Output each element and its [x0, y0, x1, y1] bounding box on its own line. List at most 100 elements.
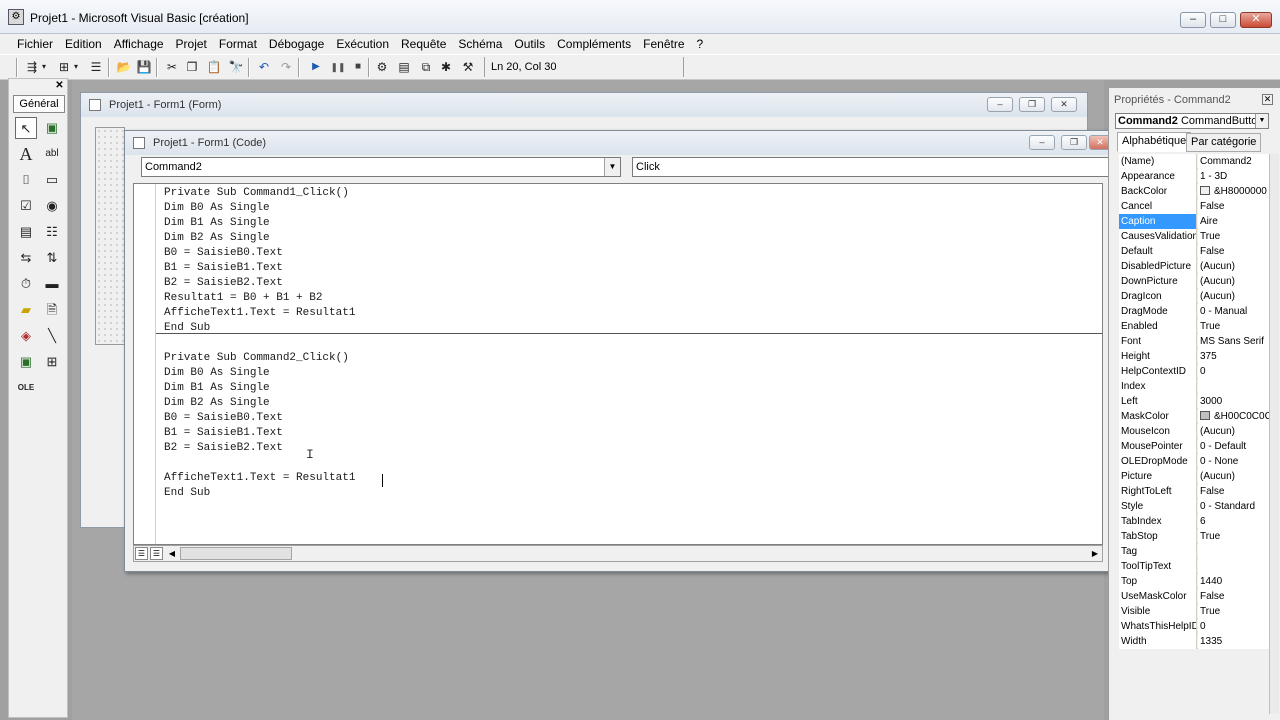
property-row[interactable]: Visible True — [1119, 604, 1269, 619]
horizontal-scrollbar[interactable]: ☰ ☰ ◀ ▶ — [133, 545, 1103, 562]
code-restore-button[interactable]: ❐ — [1061, 135, 1087, 150]
property-name[interactable]: BackColor — [1119, 184, 1197, 199]
property-name[interactable]: DragMode — [1119, 304, 1197, 319]
property-row[interactable]: Style 0 - Standard — [1119, 499, 1269, 514]
property-value[interactable] — [1198, 559, 1269, 574]
property-name[interactable]: Cancel — [1119, 199, 1197, 214]
menu-item-3[interactable]: Projet — [171, 36, 212, 52]
property-row[interactable]: Enabled True — [1119, 319, 1269, 334]
property-row[interactable]: TabIndex 6 — [1119, 514, 1269, 529]
code-line[interactable]: Dim B0 As Single — [164, 366, 270, 381]
property-row[interactable]: ToolTipText — [1119, 559, 1269, 574]
code-line[interactable]: B2 = SaisieB2.Text — [164, 276, 283, 291]
close-icon[interactable]: ✕ — [1262, 94, 1273, 105]
code-line[interactable]: B0 = SaisieB0.Text — [164, 246, 283, 261]
code-line[interactable]: B0 = SaisieB0.Text — [164, 411, 283, 426]
menu-item-12[interactable]: ? — [692, 36, 709, 52]
redo-icon[interactable]: ↷ — [278, 59, 294, 75]
code-line[interactable]: Dim B2 As Single — [164, 396, 270, 411]
dirlistbox-icon[interactable]: ▰ — [15, 299, 37, 321]
property-value[interactable]: &H00C0C0C — [1198, 409, 1269, 424]
save-project-icon[interactable]: 💾 — [136, 59, 152, 75]
property-value[interactable]: 6 — [1198, 514, 1269, 529]
frame-icon[interactable]: ⌷ — [15, 169, 37, 191]
property-name[interactable]: DownPicture — [1119, 274, 1197, 289]
property-name[interactable]: Width — [1119, 634, 1197, 649]
code-line[interactable]: Dim B1 As Single — [164, 381, 270, 396]
property-name[interactable]: Top — [1119, 574, 1197, 589]
tab-par-categorie[interactable]: Par catégorie — [1186, 133, 1262, 152]
close-icon[interactable]: ✕ — [54, 81, 65, 92]
object-selector[interactable]: Command2 CommandButton ▼ — [1115, 113, 1269, 129]
property-name[interactable]: Default — [1119, 244, 1197, 259]
property-row[interactable]: Height 375 — [1119, 349, 1269, 364]
project-explorer-icon[interactable]: ⚙ — [374, 59, 390, 75]
close-button[interactable]: ✕ — [1240, 12, 1272, 28]
property-name[interactable]: TabStop — [1119, 529, 1197, 544]
find-icon[interactable]: 🔭 — [228, 59, 244, 75]
property-name[interactable]: HelpContextID — [1119, 364, 1197, 379]
property-row[interactable]: OLEDropMode 0 - None — [1119, 454, 1269, 469]
property-value[interactable]: 0 - Standard — [1198, 499, 1269, 514]
property-name[interactable]: WhatsThisHelpID — [1119, 619, 1197, 634]
menu-item-9[interactable]: Outils — [509, 36, 550, 52]
start-icon[interactable]: ▶ — [308, 59, 324, 75]
property-row[interactable]: DragMode 0 - Manual — [1119, 304, 1269, 319]
property-row[interactable]: Default False — [1119, 244, 1269, 259]
property-name[interactable]: Appearance — [1119, 169, 1197, 184]
filelistbox-icon[interactable]: 🗎 — [41, 299, 63, 321]
listbox-icon[interactable]: ☷ — [41, 221, 63, 243]
menu-item-8[interactable]: Schéma — [453, 36, 507, 52]
code-line[interactable]: Dim B1 As Single — [164, 216, 270, 231]
property-row[interactable]: HelpContextID 0 — [1119, 364, 1269, 379]
property-name[interactable]: CausesValidation — [1119, 229, 1197, 244]
combobox-icon[interactable]: ▤ — [15, 221, 37, 243]
property-value[interactable]: 375 — [1198, 349, 1269, 364]
checkbox-icon[interactable]: ☑ — [15, 195, 37, 217]
menu-item-0[interactable]: Fichier — [12, 36, 58, 52]
procedure-combo[interactable]: Click — [632, 157, 1110, 177]
property-value[interactable]: True — [1198, 229, 1269, 244]
toolbox-tab-general[interactable]: Général — [13, 95, 65, 113]
properties-scrollbar[interactable] — [1269, 154, 1279, 714]
property-row[interactable]: Caption Aire — [1119, 214, 1269, 229]
property-row[interactable]: Index — [1119, 379, 1269, 394]
property-name[interactable]: Font — [1119, 334, 1197, 349]
property-row[interactable]: Font MS Sans Serif — [1119, 334, 1269, 349]
property-value[interactable]: True — [1198, 529, 1269, 544]
property-value[interactable]: (Aucun) — [1198, 259, 1269, 274]
scroll-left-icon[interactable]: ◀ — [166, 547, 178, 560]
pointer-icon[interactable]: ↖ — [15, 117, 37, 139]
vscrollbar-icon[interactable]: ⇅ — [41, 247, 63, 269]
menu-editor-icon[interactable]: ☰ — [88, 59, 104, 75]
menu-item-2[interactable]: Affichage — [109, 36, 169, 52]
property-value[interactable]: False — [1198, 244, 1269, 259]
property-value[interactable]: 0 - None — [1198, 454, 1269, 469]
property-value[interactable]: (Aucun) — [1198, 274, 1269, 289]
property-value[interactable]: 1 - 3D — [1198, 169, 1269, 184]
property-row[interactable]: (Name) Command2 — [1119, 154, 1269, 169]
property-value[interactable]: (Aucun) — [1198, 424, 1269, 439]
code-line[interactable]: AfficheText1.Text = Resultat1 — [164, 306, 355, 321]
form-minimize-button[interactable]: – — [987, 97, 1013, 112]
property-value[interactable]: Command2 — [1198, 154, 1269, 169]
chevron-down-icon[interactable]: ▼ — [1255, 114, 1268, 128]
paste-icon[interactable]: 📋 — [206, 59, 222, 75]
property-name[interactable]: OLEDropMode — [1119, 454, 1197, 469]
property-row[interactable]: BackColor &H8000000 — [1119, 184, 1269, 199]
scroll-thumb[interactable] — [180, 547, 292, 560]
vb-app-icon[interactable]: ⚙ — [8, 9, 24, 25]
code-line[interactable]: AfficheText1.Text = Resultat1 — [164, 471, 355, 486]
property-value[interactable]: 0 — [1198, 619, 1269, 634]
property-row[interactable]: Top 1440 — [1119, 574, 1269, 589]
property-row[interactable]: DisabledPicture (Aucun) — [1119, 259, 1269, 274]
code-editor[interactable]: Private Sub Command1_Click() Dim B0 As Si… — [133, 183, 1103, 545]
form-design-surface[interactable] — [95, 127, 125, 345]
textbox-icon[interactable]: abl — [41, 143, 63, 165]
property-value[interactable]: &H8000000 — [1198, 184, 1269, 199]
property-row[interactable]: Picture (Aucun) — [1119, 469, 1269, 484]
pause-icon[interactable]: ❚❚ — [330, 59, 346, 75]
property-row[interactable]: RightToLeft False — [1119, 484, 1269, 499]
property-value[interactable]: (Aucun) — [1198, 469, 1269, 484]
full-module-view-icon[interactable]: ☰ — [150, 547, 163, 560]
